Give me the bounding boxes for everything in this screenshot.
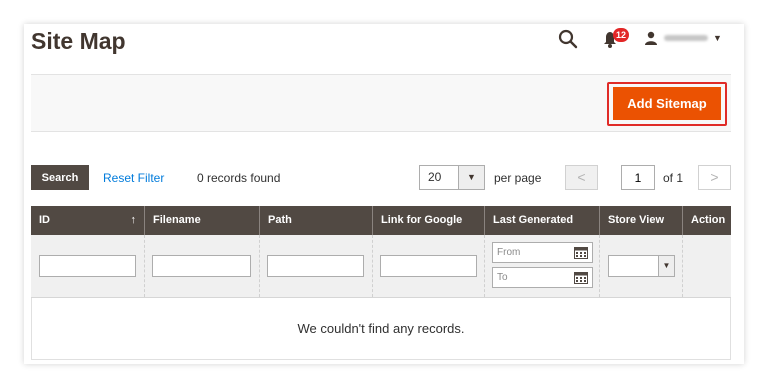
date-to-field[interactable]: To bbox=[492, 267, 593, 288]
filter-cell-store-view: ▼ bbox=[600, 235, 683, 297]
search-button[interactable]: Search bbox=[31, 165, 89, 190]
column-header-action: Action bbox=[691, 214, 726, 226]
total-pages-label: of 1 bbox=[663, 171, 684, 185]
filename-filter-input[interactable] bbox=[152, 255, 251, 277]
column-header-link-for-google[interactable]: Link for Google bbox=[373, 206, 485, 235]
per-page-label: per page bbox=[494, 171, 542, 185]
filter-cell-id bbox=[31, 235, 145, 297]
per-page-value: 20 bbox=[428, 170, 442, 184]
sort-ascending-icon: ↑ bbox=[130, 214, 137, 226]
date-from-placeholder: From bbox=[497, 247, 521, 258]
records-found-count: 0 records found bbox=[197, 171, 281, 185]
column-header-last-generated[interactable]: Last Generated bbox=[485, 206, 600, 235]
add-sitemap-button[interactable]: Add Sitemap bbox=[613, 87, 721, 120]
column-header-filename[interactable]: Filename bbox=[145, 206, 260, 235]
column-header-id[interactable]: ID ↑ bbox=[31, 206, 145, 235]
next-page-button[interactable]: > bbox=[698, 165, 731, 190]
per-page-select[interactable]: 20 ▼ bbox=[419, 165, 485, 190]
user-icon bbox=[645, 31, 657, 45]
grid-header-row: ID ↑ Filename Path Link for Google Last … bbox=[31, 206, 731, 235]
sitemap-grid: ID ↑ Filename Path Link for Google Last … bbox=[31, 206, 731, 360]
path-filter-input[interactable] bbox=[267, 255, 364, 277]
previous-page-button[interactable]: < bbox=[565, 165, 598, 190]
notification-count-badge: 12 bbox=[613, 28, 629, 42]
column-header-path[interactable]: Path bbox=[260, 206, 373, 235]
current-page-input[interactable] bbox=[621, 165, 655, 190]
filter-row: From To ▼ bbox=[31, 235, 731, 298]
reset-filter-link[interactable]: Reset Filter bbox=[103, 171, 164, 185]
calendar-icon[interactable] bbox=[574, 246, 588, 259]
filter-cell-action bbox=[683, 235, 731, 297]
filter-cell-path bbox=[260, 235, 373, 297]
empty-records-message: We couldn't find any records. bbox=[31, 298, 731, 360]
store-view-filter-select[interactable]: ▼ bbox=[608, 255, 675, 277]
date-to-placeholder: To bbox=[497, 272, 508, 283]
calendar-icon[interactable] bbox=[574, 271, 588, 284]
filter-cell-filename bbox=[145, 235, 260, 297]
caret-down-icon: ▼ bbox=[713, 33, 722, 43]
column-header-label: ID bbox=[39, 214, 50, 226]
id-filter-input[interactable] bbox=[39, 255, 136, 277]
user-menu[interactable]: ▼ bbox=[644, 30, 722, 46]
search-icon[interactable] bbox=[558, 29, 578, 49]
filter-cell-link bbox=[373, 235, 485, 297]
page-title: Site Map bbox=[31, 28, 126, 54]
date-from-field[interactable]: From bbox=[492, 242, 593, 263]
link-filter-input[interactable] bbox=[380, 255, 477, 277]
column-header-store-view[interactable]: Store View bbox=[600, 206, 683, 235]
chevron-down-icon: ▼ bbox=[458, 166, 484, 189]
filter-cell-last-generated: From To bbox=[485, 235, 600, 297]
user-name-redacted bbox=[664, 35, 708, 41]
chevron-down-icon: ▼ bbox=[658, 256, 674, 276]
